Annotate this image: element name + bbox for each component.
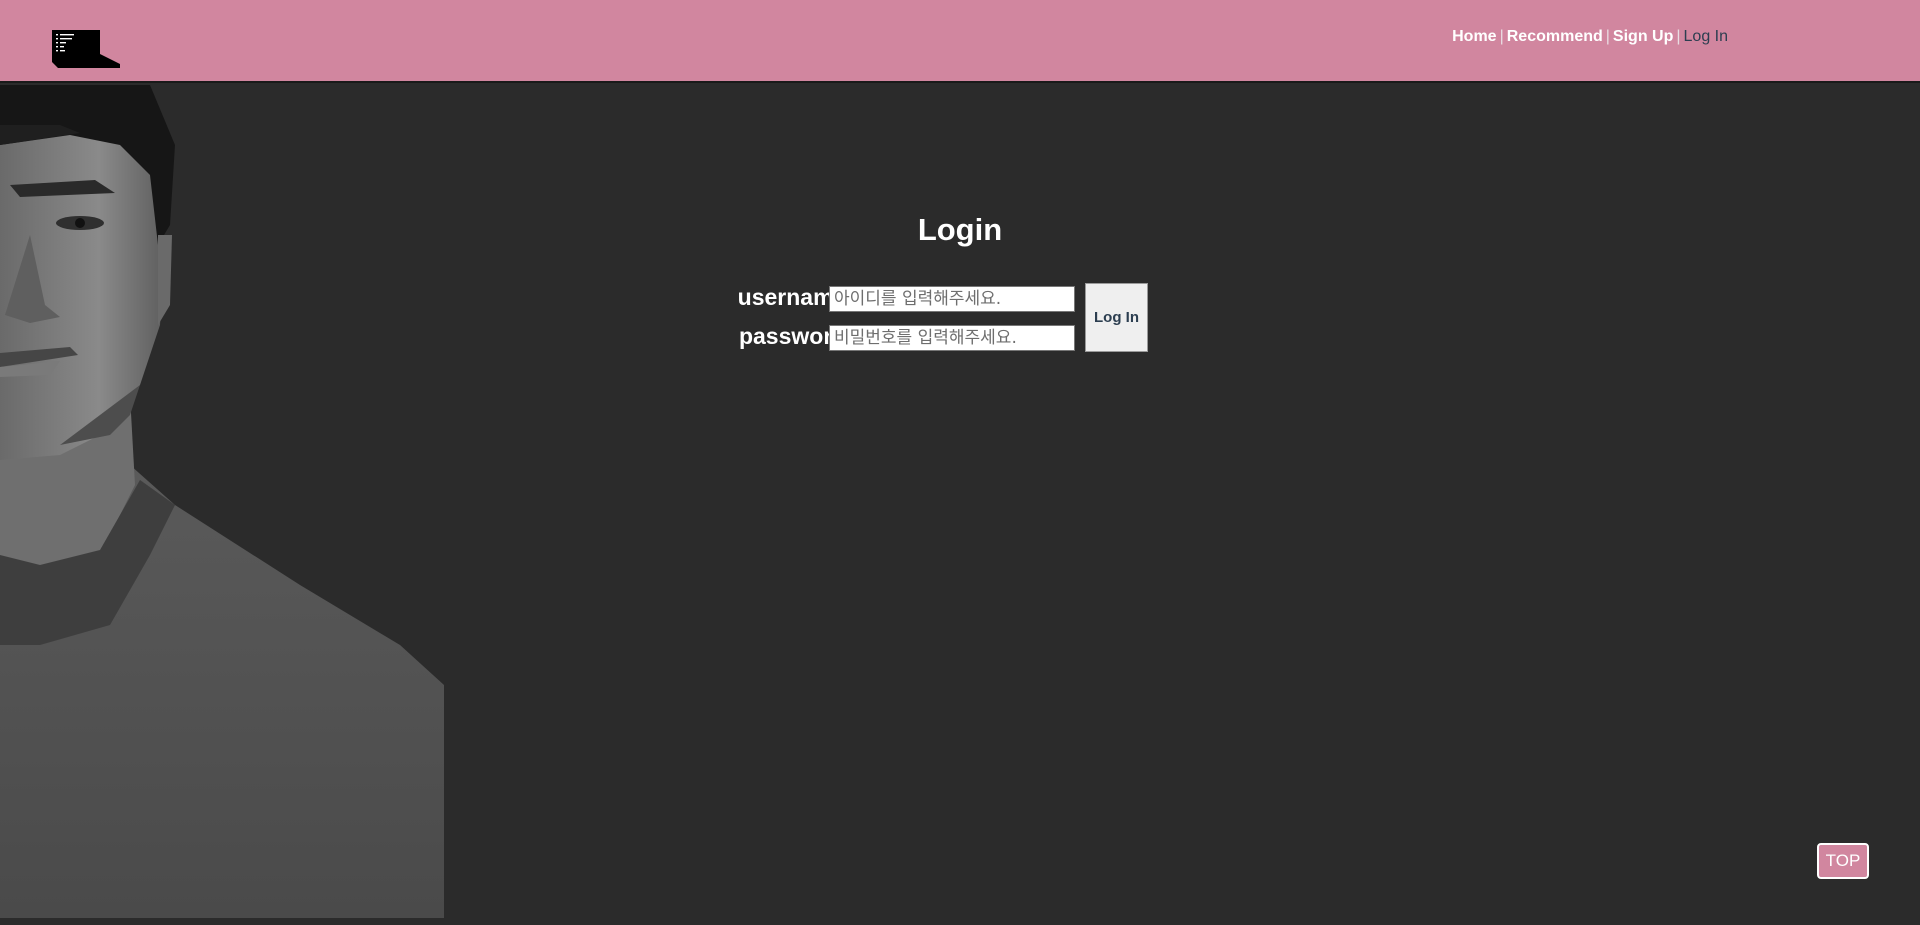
nav-login-link[interactable]: Log In (1684, 28, 1728, 45)
username-input[interactable] (829, 286, 1075, 312)
nav-separator: | (1676, 28, 1681, 45)
nav-separator: | (1605, 28, 1610, 45)
scroll-top-button[interactable]: TOP (1817, 843, 1869, 879)
main-nav: Home | Recommend | Sign Up | Log In (1452, 28, 1728, 46)
nav-home-link[interactable]: Home (1452, 28, 1496, 45)
nav-recommend-link[interactable]: Recommend (1507, 28, 1603, 45)
site-header: Home | Recommend | Sign Up | Log In (0, 0, 1920, 83)
password-input[interactable] (829, 325, 1075, 351)
nav-separator: | (1499, 28, 1504, 45)
password-row: password: (700, 322, 1075, 352)
page-title: Login (917, 212, 1003, 247)
username-row: username: (700, 283, 1075, 313)
laptop-logo-icon[interactable] (50, 30, 120, 68)
nav-signup-link[interactable]: Sign Up (1613, 28, 1673, 45)
login-button[interactable]: Log In (1085, 283, 1148, 352)
person-portrait-image (0, 85, 444, 918)
